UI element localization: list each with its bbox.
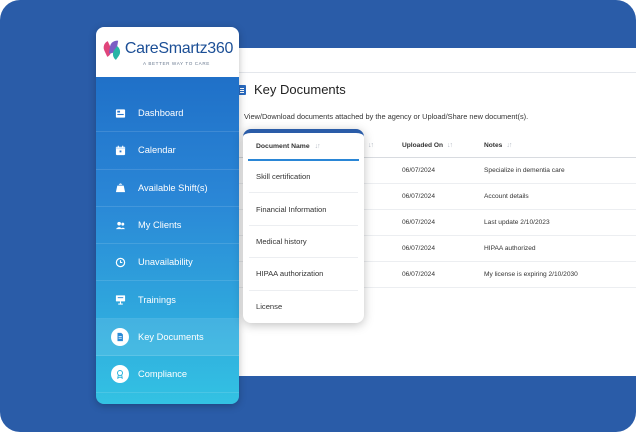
column-header-uploaded-on[interactable]: Uploaded On ↓↑ [402, 142, 453, 149]
brand-tagline: A BETTER WAY TO CARE [143, 61, 210, 66]
uploaded-on-cell: 06/07/2024 [402, 245, 436, 252]
sidebar-item-label: My Clients [138, 220, 182, 231]
document-name-cell[interactable]: HIPAA authorization [249, 258, 358, 291]
uploaded-on-cell: 06/07/2024 [402, 193, 436, 200]
sidebar-item-dashboard[interactable]: Dashboard [96, 95, 239, 133]
sidebar-item-calendar[interactable]: Calendar [96, 132, 239, 170]
shift-bag-icon [114, 182, 126, 194]
sort-icon[interactable]: ↓↑ [315, 143, 321, 150]
sidebar-item-key-documents[interactable]: Key Documents [96, 318, 239, 357]
logo-mark-icon [101, 38, 123, 60]
sort-icon[interactable]: ↓↑ [368, 142, 374, 149]
sidebar-nav: Dashboard Calendar Available Shift(s) My… [96, 95, 239, 394]
document-name-cell[interactable]: Medical history [249, 226, 358, 259]
document-name-cell[interactable]: Skill certification [249, 161, 358, 194]
column-header-document-name[interactable]: Document Name ↓↑ [248, 133, 359, 161]
uploaded-on-cell: 06/07/2024 [402, 219, 436, 226]
page-header: Key Documents [238, 82, 346, 97]
logo[interactable]: CareSmartz360 A BETTER WAY TO CARE [96, 27, 239, 77]
sidebar-item-unavailability[interactable]: Unavailability [96, 244, 239, 282]
sidebar-item-available-shifts[interactable]: Available Shift(s) [96, 170, 239, 207]
notes-cell: HIPAA authorized [484, 245, 536, 252]
compliance-icon [111, 365, 129, 384]
document-name-card: Document Name ↓↑ Skill certification Fin… [243, 129, 364, 323]
notes-cell: Account details [484, 193, 529, 200]
sidebar-item-label: Unavailability [138, 257, 193, 268]
training-icon [114, 294, 126, 306]
sidebar-item-trainings[interactable]: Trainings [96, 281, 239, 319]
document-icon [111, 327, 129, 346]
uploaded-on-cell: 06/07/2024 [402, 167, 436, 174]
sort-icon[interactable]: ↓↑ [447, 142, 453, 149]
page-title: Key Documents [254, 82, 346, 97]
uploaded-on-cell: 06/07/2024 [402, 271, 436, 278]
sidebar-item-label: Calendar [138, 145, 176, 156]
notes-cell: Last update 2/10/2023 [484, 219, 550, 226]
notes-cell: My license is expiring 2/10/2030 [484, 271, 578, 278]
top-bar [238, 48, 636, 73]
sidebar-item-compliance[interactable]: Compliance [96, 356, 239, 394]
sidebar: CareSmartz360 A BETTER WAY TO CARE Dashb… [96, 27, 239, 404]
clock-icon [114, 256, 126, 268]
dashboard-icon [114, 107, 126, 119]
calendar-icon [114, 144, 126, 156]
clients-icon [114, 219, 126, 231]
sidebar-item-label: Key Documents [138, 331, 204, 342]
sidebar-item-my-clients[interactable]: My Clients [96, 207, 239, 245]
document-name-cell[interactable]: License [249, 291, 358, 323]
sort-icon[interactable]: ↓↑ [506, 142, 512, 149]
brand-name: CareSmartz360 [124, 40, 234, 57]
app-frame: Key Documents View/Download documents at… [0, 0, 636, 432]
notes-cell: Specialize in dementia care [484, 167, 565, 174]
sidebar-item-label: Dashboard [138, 108, 184, 119]
sidebar-item-label: Available Shift(s) [138, 182, 208, 193]
document-icon [238, 84, 246, 95]
page-subtitle: View/Download documents attached by the … [244, 112, 529, 121]
column-header-notes[interactable]: Notes ↓↑ [484, 142, 512, 149]
sidebar-item-label: Trainings [138, 294, 176, 305]
sidebar-item-label: Compliance [138, 369, 188, 380]
document-name-cell[interactable]: Financial Information [249, 193, 358, 226]
